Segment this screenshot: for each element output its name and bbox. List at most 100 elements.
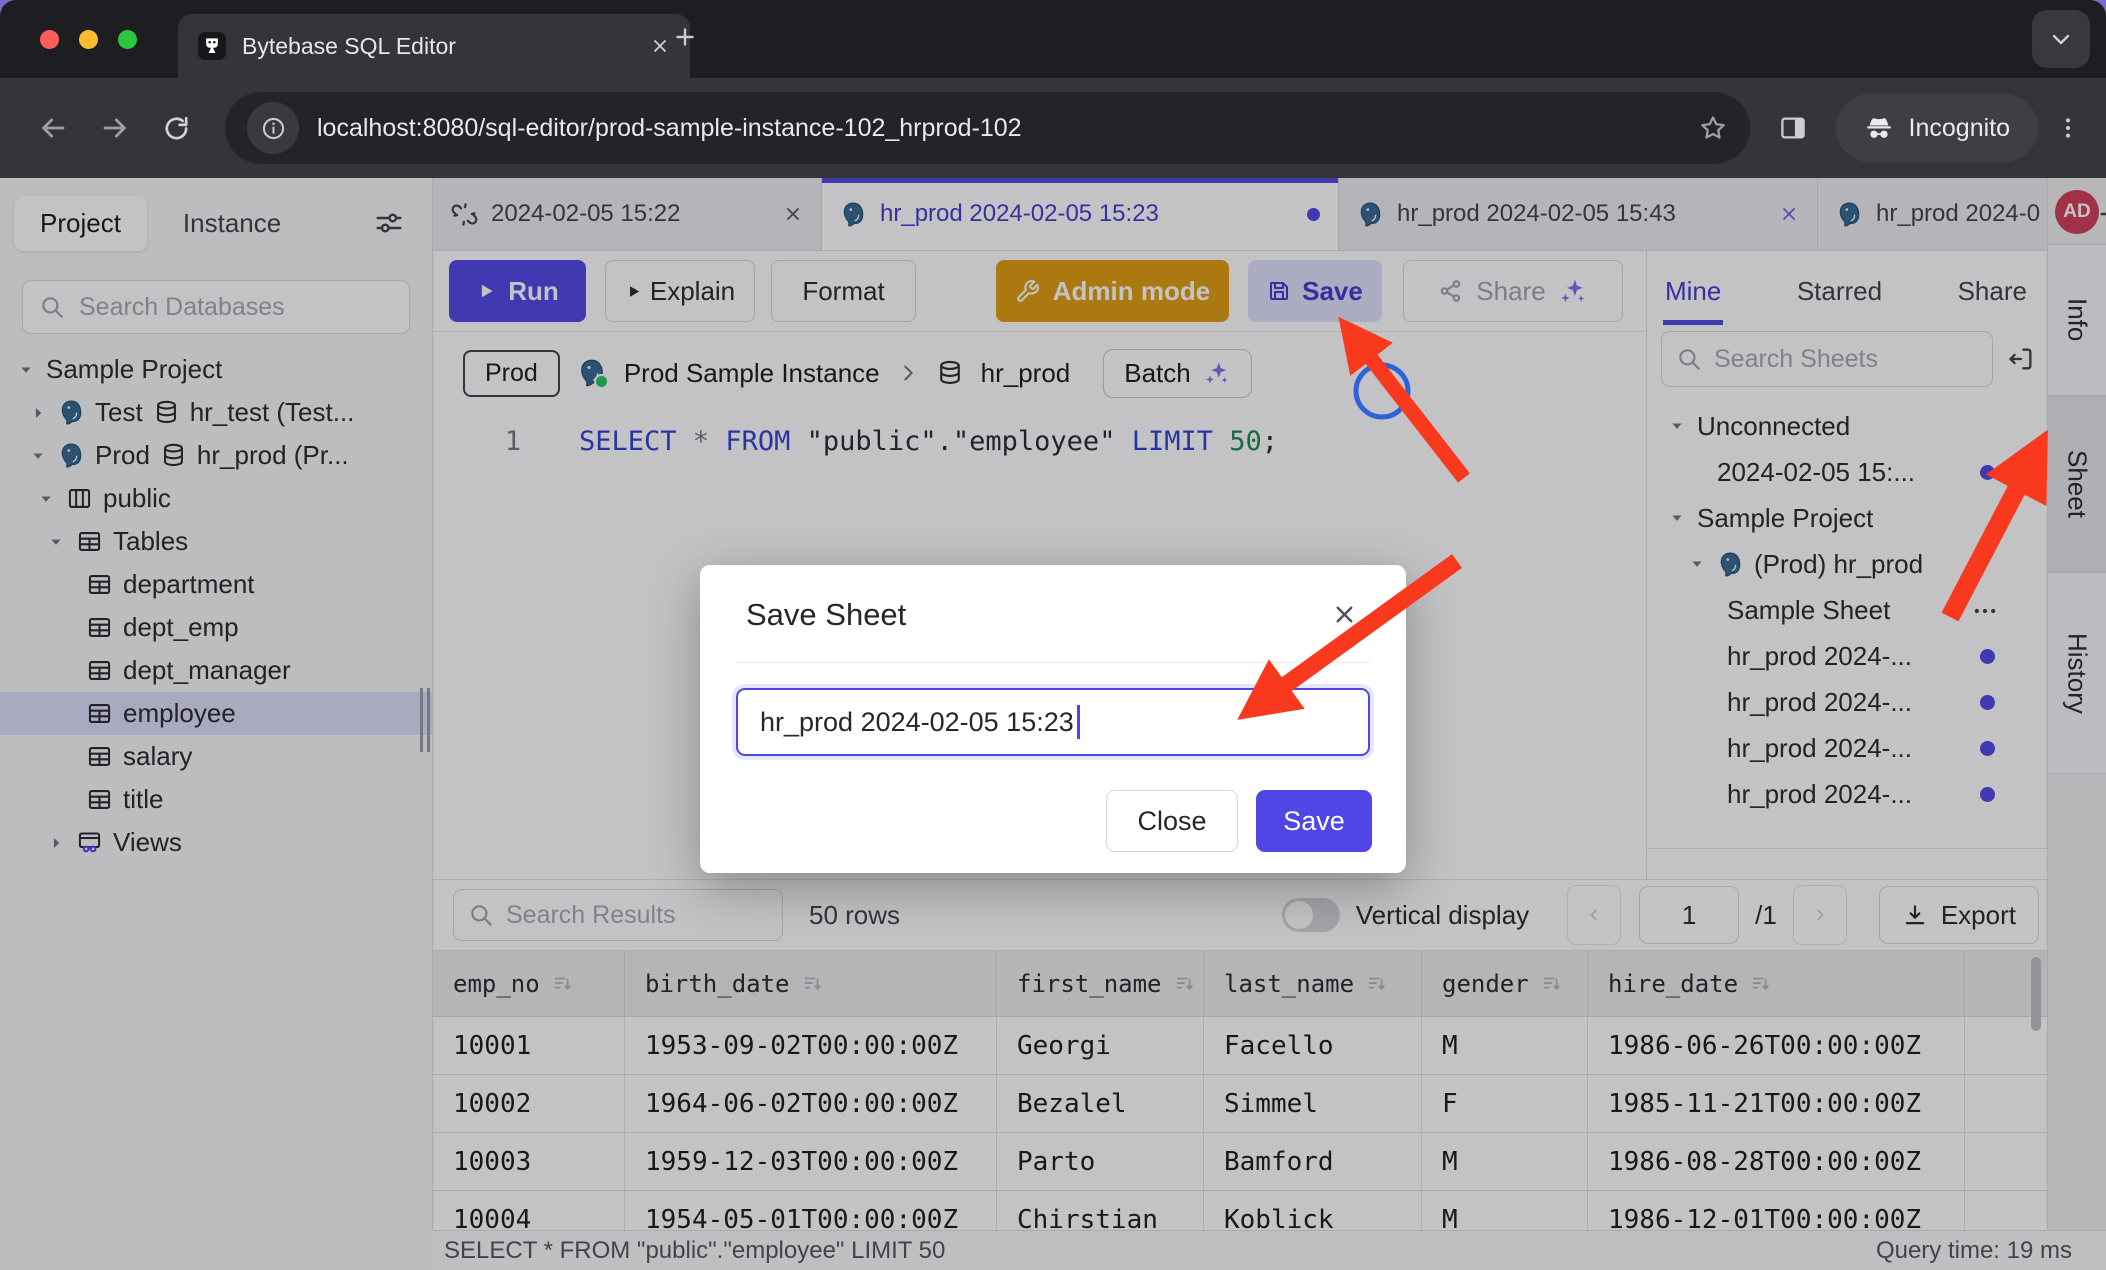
- editor-tab[interactable]: hr_prod 2024-0: [1818, 178, 2080, 250]
- instance-name[interactable]: Prod Sample Instance: [624, 358, 880, 389]
- edge-tab[interactable]: History: [2048, 572, 2106, 774]
- maximize-window-button[interactable]: [118, 30, 137, 49]
- close-window-button[interactable]: [40, 30, 59, 49]
- admin-mode-button[interactable]: Admin mode: [996, 260, 1229, 322]
- batch-button[interactable]: Batch: [1103, 349, 1252, 398]
- editor-tab[interactable]: hr_prod 2024-02-05 15:23: [822, 178, 1339, 250]
- sort-icon[interactable]: [802, 973, 824, 995]
- sort-icon[interactable]: [552, 973, 574, 995]
- table-cell: Bezalel: [997, 1075, 1204, 1133]
- column-header[interactable]: gender: [1422, 951, 1588, 1017]
- side-panel-icon[interactable]: [1778, 113, 1808, 143]
- share-button[interactable]: Share: [1403, 260, 1623, 322]
- results-table-body: 100011953-09-02T00:00:00ZGeorgiFacelloM1…: [433, 1017, 2047, 1233]
- column-header[interactable]: first_name: [997, 951, 1204, 1017]
- sheet-item[interactable]: 2024-02-05 15:...: [1647, 449, 2047, 495]
- search-databases-placeholder: Search Databases: [79, 293, 285, 322]
- explain-button[interactable]: Explain: [605, 260, 755, 322]
- save-button[interactable]: Save: [1256, 790, 1372, 852]
- close-tab-icon[interactable]: [650, 36, 670, 56]
- sheet-item[interactable]: Sample Sheet: [1647, 587, 2047, 633]
- column-header[interactable]: birth_date: [625, 951, 997, 1017]
- tree-item[interactable]: dept_manager: [0, 649, 432, 692]
- sort-icon[interactable]: [1750, 973, 1772, 995]
- search-results-input[interactable]: Search Results: [453, 889, 783, 941]
- format-button[interactable]: Format: [771, 260, 916, 322]
- search-icon: [39, 294, 65, 320]
- minimize-window-button[interactable]: [79, 30, 98, 49]
- table-icon: [86, 614, 113, 641]
- tree-item[interactable]: salary: [0, 735, 432, 778]
- column-header[interactable]: emp_no: [433, 951, 625, 1017]
- forward-button[interactable]: [100, 113, 130, 143]
- run-button[interactable]: Run: [449, 260, 586, 322]
- results-grid: emp_nobirth_datefirst_namelast_namegende…: [433, 950, 2047, 1233]
- close-button[interactable]: Close: [1106, 790, 1238, 852]
- page-number-input[interactable]: 1: [1639, 886, 1739, 944]
- sort-icon[interactable]: [1541, 973, 1563, 995]
- database-name[interactable]: hr_prod: [981, 358, 1071, 389]
- close-dialog-icon[interactable]: [1331, 601, 1358, 628]
- reload-button[interactable]: [162, 114, 191, 143]
- sheet-item[interactable]: (Prod) hr_prod: [1647, 541, 2047, 587]
- close-tab-icon[interactable]: [783, 204, 803, 224]
- tree-item[interactable]: title: [0, 778, 432, 821]
- close-tab-icon[interactable]: [1779, 204, 1799, 224]
- save-sheet-button[interactable]: Save: [1248, 260, 1382, 322]
- editor-tab[interactable]: 2024-02-05 15:22: [433, 178, 822, 250]
- add-sheet-button[interactable]: [2096, 200, 2106, 228]
- sheet-tree: Unconnected 2024-02-05 15:...: [1647, 403, 2047, 879]
- chevron-right-icon: [1812, 907, 1828, 923]
- address-bar[interactable]: localhost:8080/sql-editor/prod-sample-in…: [225, 92, 1750, 164]
- edge-tab[interactable]: Sheet: [2048, 396, 2106, 572]
- sort-icon[interactable]: [1174, 973, 1196, 995]
- sheet-item[interactable]: hr_prod 2024-...: [1647, 725, 2047, 771]
- sheet-name-input[interactable]: hr_prod 2024-02-05 15:23: [736, 688, 1370, 756]
- search-databases-input[interactable]: Search Databases: [22, 280, 410, 334]
- site-info-button[interactable]: [247, 102, 299, 154]
- edge-tab[interactable]: Info: [2048, 244, 2106, 396]
- tree-item[interactable]: department: [0, 563, 432, 606]
- new-tab-button[interactable]: [672, 24, 698, 50]
- grid-scrollbar[interactable]: [2031, 957, 2041, 1031]
- more-actions-icon[interactable]: [1971, 597, 1999, 632]
- bookmark-star-icon[interactable]: [1698, 113, 1728, 143]
- column-header[interactable]: last_name: [1204, 951, 1422, 1017]
- tree-item[interactable]: dept_emp: [0, 606, 432, 649]
- tree-item[interactable]: employee: [0, 692, 432, 735]
- sheet-item[interactable]: hr_prod 2024-...: [1647, 679, 2047, 725]
- tree-item[interactable]: public: [0, 477, 432, 520]
- next-page-button[interactable]: [1793, 885, 1847, 945]
- sheet-item[interactable]: Unconnected: [1647, 403, 2047, 449]
- sheet-panel-tab[interactable]: Mine: [1665, 258, 1721, 325]
- column-header[interactable]: hire_date: [1588, 951, 1965, 1017]
- tree-item[interactable]: Tables: [0, 520, 432, 563]
- tab-search-button[interactable]: [2032, 10, 2090, 68]
- sheet-item[interactable]: hr_prod 2024-...: [1647, 771, 2047, 817]
- tree-item[interactable]: Test hr_test (Test...: [0, 391, 432, 434]
- prev-page-button[interactable]: [1567, 885, 1621, 945]
- tree-item[interactable]: Sample Project: [0, 348, 432, 391]
- chevron-right-icon: [897, 362, 919, 384]
- sheet-panel-tab[interactable]: Starred: [1797, 258, 1882, 325]
- table-icon: [86, 657, 113, 684]
- editor-tab[interactable]: hr_prod 2024-02-05 15:43: [1339, 178, 1818, 250]
- collapse-panel-icon[interactable]: [2007, 345, 2035, 373]
- sort-icon[interactable]: [1366, 973, 1388, 995]
- export-button[interactable]: Export: [1879, 886, 2039, 944]
- vertical-display-toggle[interactable]: [1282, 898, 1340, 932]
- browser-menu-button[interactable]: [2054, 114, 2082, 142]
- back-button[interactable]: [38, 113, 68, 143]
- tree-item[interactable]: Views: [0, 821, 432, 864]
- search-sheets-input[interactable]: Search Sheets: [1661, 331, 1993, 387]
- sidebar-resize-handle[interactable]: [420, 688, 430, 752]
- sheet-item[interactable]: Sample Project: [1647, 495, 2047, 541]
- browser-tab[interactable]: Bytebase SQL Editor: [178, 14, 690, 78]
- sheet-item[interactable]: hr_prod 2024-...: [1647, 633, 2047, 679]
- filter-icon[interactable]: [374, 208, 404, 238]
- tab-project[interactable]: Project: [14, 196, 147, 251]
- tab-instance[interactable]: Instance: [157, 196, 307, 251]
- sheet-panel-tab[interactable]: Share: [1958, 258, 2027, 325]
- tree-item[interactable]: Prod hr_prod (Pr...: [0, 434, 432, 477]
- sidebar-tabs: Project Instance: [0, 178, 432, 258]
